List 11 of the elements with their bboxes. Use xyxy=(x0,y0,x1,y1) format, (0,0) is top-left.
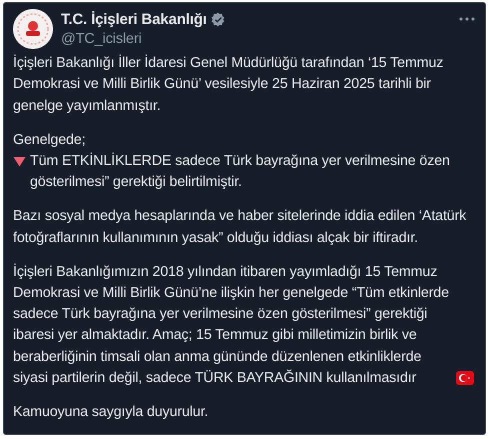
post-text: İçişleri Bakanlığımızın 2018 yılından itibaren yayımladığı 15 Temmuz Demokrasi ve Milli Birlik Günü’ne ilişkin her genelgede “Tüm etkinlerde sadece Türk bayrağına yer verilmesine özen gösterilmesi” gerektiği ibaresi yer almaktadır. Amaç; 15 Temmuz gibi milletimizin birlik ve beraberliğinin timsali olan anma gününde düzenlenen etkinliklerde siyasi partilerin değil, sadece TÜRK BAYRAĞININ kullanılmasıdır xyxy=(13,262,450,388)
post-text: Genelgede; xyxy=(13,130,86,150)
post-text: Kamuoyuna saygıyla duyurulur. xyxy=(13,403,210,422)
account-name[interactable]: T.C. İçişleri Bakanlığı xyxy=(61,10,207,30)
flag-icon xyxy=(456,371,474,386)
triangle-icon xyxy=(13,156,26,168)
post-text: İçişleri Bakanlığı İller İdaresi Genel Müdürlüğü tarafından ‘15 Temmuz Demokrasi ve Milli Birlik Günü’ vesilesiyle 25 Haziran 2025 tarihli bir genelge yayımlanmıştır. xyxy=(13,54,444,116)
account-handle[interactable]: @TC_icisleri xyxy=(61,30,449,50)
avatar-icon[interactable] xyxy=(13,9,53,49)
post-text: Tüm ETKİNLİKLERDE sadece Türk bayrağına yer verilmesine özen gösterilmesi” gerektiği belirtilmiştir. xyxy=(30,152,451,192)
post-text: Bazı sosyal medya hesaplarında ve haber sitelerinde iddia edilen ‘Atatürk fotoğraflarının kullanımının yasak” olduğu iddiası alçak bir iftiradır. xyxy=(13,207,468,248)
